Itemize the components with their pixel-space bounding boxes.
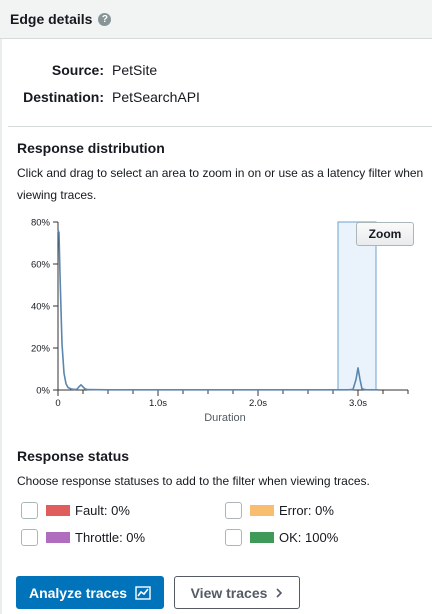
fault-swatch [46,505,70,516]
ok-swatch [250,532,274,543]
zoom-button[interactable]: Zoom [356,222,414,246]
section-divider [8,126,432,127]
y-tick-label: 80% [31,218,51,229]
status-throttle[interactable]: Throttle: 0% [21,529,145,546]
analyze-traces-label: Analyze traces [28,584,128,601]
error-label: Error: 0% [279,503,334,518]
fault-checkbox[interactable] [21,502,38,519]
analyze-traces-button[interactable]: Analyze traces [16,576,164,609]
status-description: Choose response statuses to add to the f… [17,474,370,488]
x-tick-label: 0 [55,398,60,409]
help-icon[interactable]: ? [98,12,112,26]
ok-checkbox[interactable] [225,529,242,546]
y-tick-label: 0% [36,386,50,397]
view-traces-label: View traces [190,584,268,601]
view-traces-button[interactable]: View traces [174,576,300,609]
throttle-label: Throttle: 0% [75,530,146,545]
distribution-series-line [57,230,378,391]
distribution-description-line2: viewing traces. [17,188,97,202]
y-tick-label: 40% [31,302,51,313]
panel-header: Edge details ? [0,0,432,39]
error-checkbox[interactable] [225,502,242,519]
destination-row: Destination: PetSearchAPI [0,89,432,107]
destination-label: Destination: [23,89,104,105]
x-axis-title: Duration [204,412,246,424]
status-title: Response status [17,448,130,464]
source-label: Source: [51,62,104,78]
status-ok[interactable]: OK: 100% [225,529,338,546]
throttle-checkbox[interactable] [21,529,38,546]
fault-label: Fault: 0% [75,503,130,518]
status-fault[interactable]: Fault: 0% [21,502,130,519]
distribution-description: Click and drag to select an area to zoom… [17,162,423,206]
x-tick-label: 1.0s [149,398,167,409]
distribution-description-line1: Click and drag to select an area to zoom… [17,166,424,180]
status-error[interactable]: Error: 0% [225,502,334,519]
source-value: PetSite [112,62,158,78]
error-swatch [250,505,274,516]
chevron-right-icon [275,587,283,599]
ok-label: OK: 100% [279,530,339,545]
x-tick-label: 3.0s [349,398,367,409]
distribution-title: Response distribution [17,140,165,156]
source-row: Source: PetSite [0,62,432,80]
destination-value: PetSearchAPI [112,89,200,105]
x-tick-label: 2.0s [249,398,267,409]
y-tick-label: 20% [31,344,51,355]
throttle-swatch [46,532,70,543]
line-chart-icon [135,585,151,600]
selection-region [337,221,377,391]
panel-title: Edge details [10,11,93,27]
y-tick-label: 60% [31,260,51,271]
